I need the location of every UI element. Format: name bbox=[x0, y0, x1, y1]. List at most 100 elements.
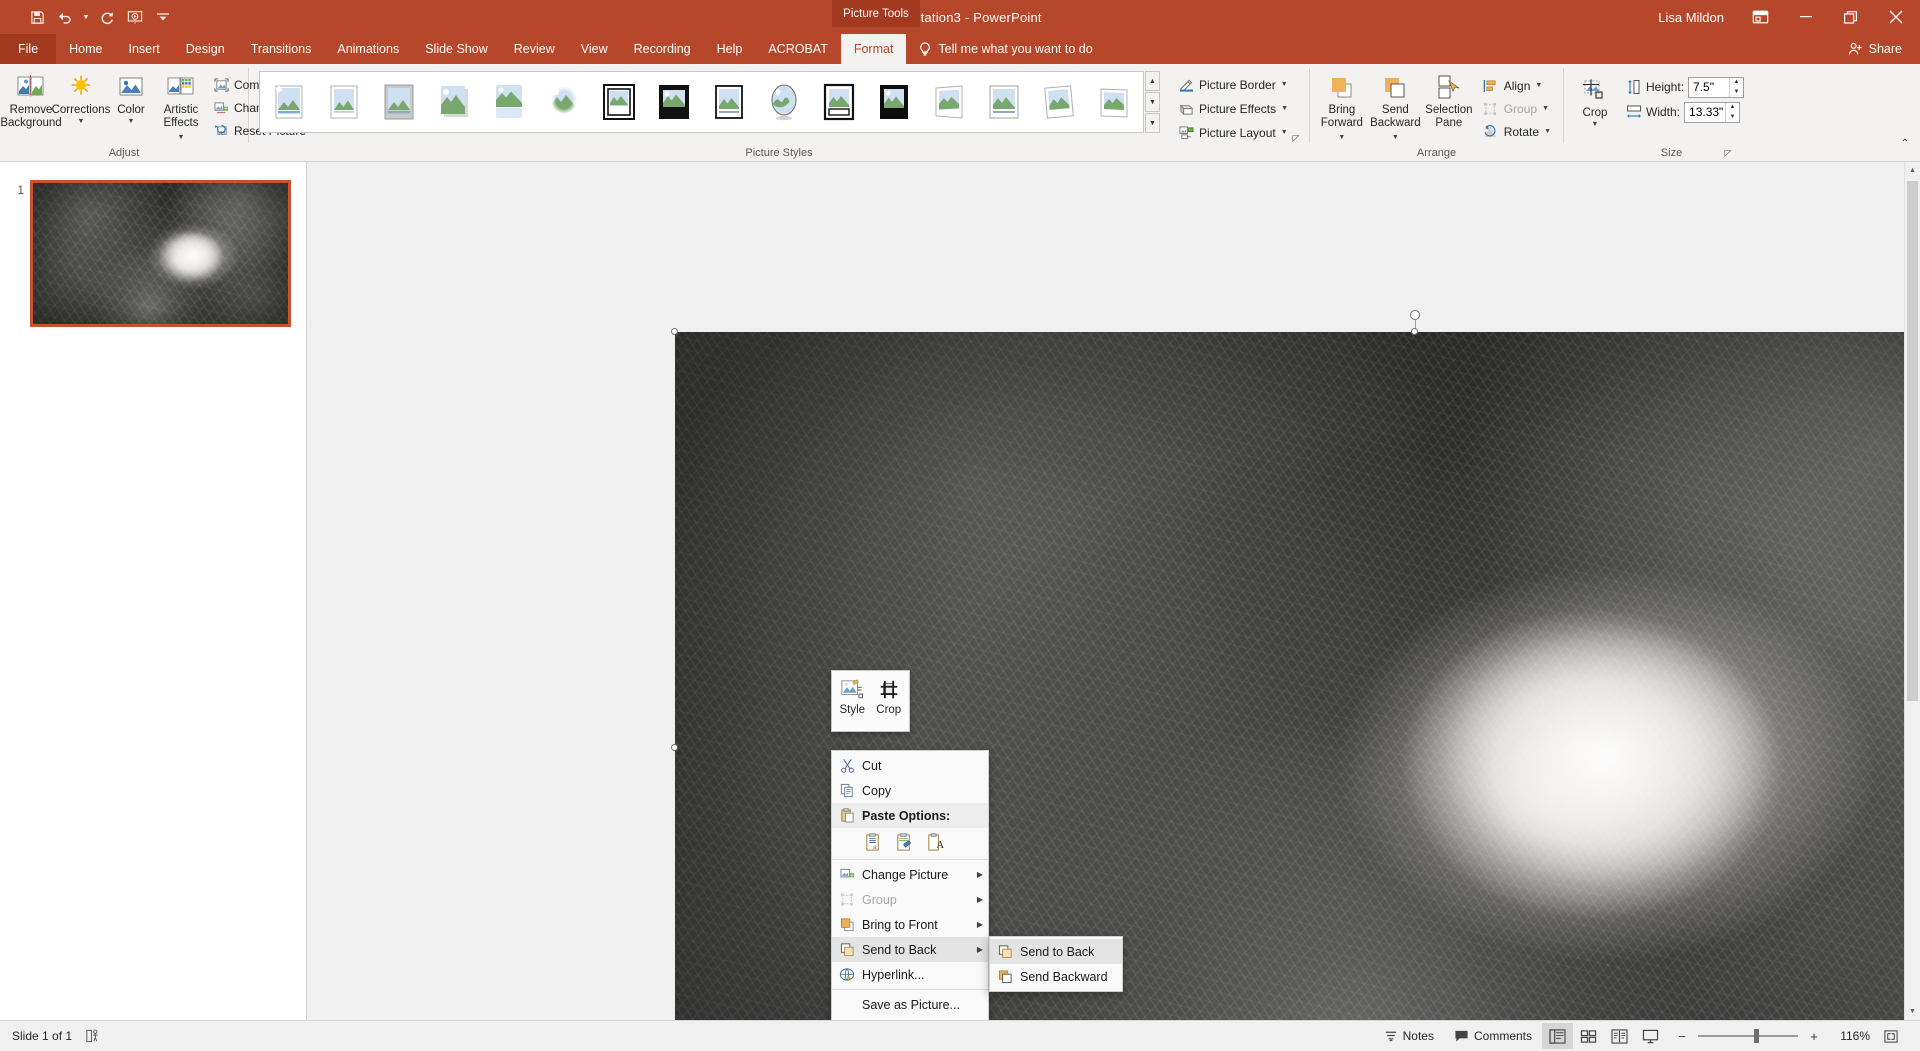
rotate-dropdown-icon[interactable]: ▼ bbox=[1544, 127, 1551, 136]
menu-item-edit-alt-text[interactable]: Edit Alt Text... bbox=[832, 1017, 988, 1020]
style-metal-frame[interactable] bbox=[373, 76, 425, 128]
tab-insert[interactable]: Insert bbox=[116, 34, 173, 64]
crop-dropdown-icon[interactable]: ▼ bbox=[1592, 120, 1599, 129]
crop-button[interactable]: Crop ▼ bbox=[1570, 72, 1620, 132]
save-icon[interactable] bbox=[24, 5, 50, 29]
menu-item-cut[interactable]: Cut bbox=[832, 753, 988, 778]
picture-styles-dialog-launcher-icon[interactable]: ◸ bbox=[1289, 131, 1303, 145]
zoom-slider[interactable] bbox=[1698, 1029, 1798, 1043]
tab-design[interactable]: Design bbox=[173, 34, 238, 64]
scroll-down-icon[interactable]: ▼ bbox=[1905, 1003, 1920, 1020]
picture-styles-gallery[interactable] bbox=[259, 71, 1144, 133]
height-spin-buttons[interactable]: ▲ ▼ bbox=[1729, 77, 1743, 97]
style-simple-frame-black[interactable] bbox=[703, 76, 755, 128]
user-account-name[interactable]: Lisa Mildon bbox=[1644, 10, 1738, 25]
tab-review[interactable]: Review bbox=[501, 34, 568, 64]
scroll-up-icon[interactable]: ▲ bbox=[1905, 162, 1920, 179]
submenu-item-send-to-back[interactable]: Send to Back bbox=[990, 939, 1122, 964]
style-moderate-frame-white[interactable] bbox=[978, 76, 1030, 128]
tab-file[interactable]: File bbox=[0, 34, 57, 64]
style-relaxed-perspective-white[interactable] bbox=[923, 76, 975, 128]
style-rotated-white[interactable] bbox=[1033, 76, 1085, 128]
selection-pane-button[interactable]: Selection Pane bbox=[1423, 69, 1475, 133]
mini-style-button[interactable]: Style bbox=[834, 676, 871, 719]
rotation-handle[interactable] bbox=[1410, 310, 1420, 320]
tab-transitions[interactable]: Transitions bbox=[238, 34, 325, 64]
style-thick-matte-black[interactable] bbox=[648, 76, 700, 128]
gallery-more-icon[interactable]: ▼ bbox=[1145, 113, 1160, 133]
list-item[interactable]: 1 bbox=[0, 180, 306, 327]
ribbon-display-options-icon[interactable] bbox=[1738, 0, 1783, 34]
undo-dropdown-icon[interactable]: ▼ bbox=[80, 5, 92, 29]
menu-item-save-as-picture[interactable]: Save as Picture... bbox=[832, 992, 988, 1017]
color-dropdown-icon[interactable]: ▼ bbox=[128, 117, 135, 126]
submenu-item-send-backward[interactable]: Send Backward bbox=[990, 964, 1122, 989]
normal-view-icon[interactable] bbox=[1542, 1023, 1573, 1049]
minimize-button[interactable] bbox=[1783, 0, 1828, 34]
align-dropdown-icon[interactable]: ▼ bbox=[1535, 81, 1542, 90]
send-backward-dropdown-icon[interactable]: ▼ bbox=[1392, 134, 1399, 141]
height-spinner[interactable]: ▲ ▼ bbox=[1688, 76, 1745, 98]
tab-acrobat[interactable]: ACROBAT bbox=[755, 34, 841, 64]
share-button[interactable]: Share bbox=[1836, 34, 1920, 64]
send-backward-button[interactable]: Send Backward ▼ bbox=[1368, 69, 1423, 146]
width-spinner[interactable]: ▲ ▼ bbox=[1684, 101, 1741, 123]
corrections-button[interactable]: Corrections ▼ bbox=[52, 69, 110, 129]
slide-show-view-icon[interactable] bbox=[1635, 1023, 1666, 1049]
style-bevel-perspective[interactable] bbox=[868, 76, 920, 128]
width-spin-up-icon[interactable]: ▲ bbox=[1726, 103, 1739, 113]
slide-thumbnail-panel[interactable]: 1 bbox=[0, 162, 307, 1020]
height-spin-up-icon[interactable]: ▲ bbox=[1730, 78, 1743, 88]
fit-slide-icon[interactable] bbox=[1878, 1029, 1904, 1044]
style-reflected-rounded-rectangle[interactable] bbox=[483, 76, 535, 128]
close-button[interactable] bbox=[1873, 0, 1918, 34]
start-from-beginning-icon[interactable] bbox=[122, 5, 148, 29]
redo-icon[interactable] bbox=[94, 5, 120, 29]
menu-item-bring-to-front[interactable]: Bring to Front ▶ bbox=[832, 912, 988, 937]
tab-help[interactable]: Help bbox=[704, 34, 756, 64]
zoom-in-button[interactable]: + bbox=[1806, 1029, 1822, 1044]
menu-item-send-to-back[interactable]: Send to Back ▶ bbox=[832, 937, 988, 962]
picture-icon[interactable] bbox=[893, 831, 915, 853]
artistic-effects-dropdown-icon[interactable]: ▼ bbox=[178, 134, 185, 141]
mini-toolbar[interactable]: Style Crop bbox=[831, 670, 910, 732]
keep-text-only-icon[interactable]: A bbox=[924, 831, 946, 853]
picture-effects-button[interactable]: Picture Effects ▼ bbox=[1174, 98, 1294, 119]
size-dialog-launcher-icon[interactable]: ◸ bbox=[1721, 146, 1735, 160]
accessibility-checker-icon[interactable] bbox=[84, 1028, 100, 1044]
rotate-button[interactable]: Rotate ▼ bbox=[1479, 121, 1557, 142]
resize-handle-top-left[interactable] bbox=[671, 328, 678, 335]
color-button[interactable]: Color ▼ bbox=[106, 69, 156, 129]
send-to-back-submenu[interactable]: Send to Back Send Backward bbox=[989, 936, 1123, 992]
width-spin-buttons[interactable]: ▲ ▼ bbox=[1725, 102, 1739, 122]
menu-item-copy[interactable]: Copy bbox=[832, 778, 988, 803]
menu-item-hyperlink[interactable]: Hyperlink... bbox=[832, 962, 988, 987]
align-button[interactable]: Align ▼ bbox=[1479, 75, 1557, 96]
picture-border-button[interactable]: Picture Border ▼ bbox=[1174, 74, 1294, 95]
style-soft-edge-rectangle[interactable] bbox=[538, 76, 590, 128]
resize-handle-top-center[interactable] bbox=[1411, 328, 1418, 335]
style-double-frame-black[interactable] bbox=[593, 76, 645, 128]
tab-view[interactable]: View bbox=[568, 34, 621, 64]
gallery-scroll-up-icon[interactable]: ▲ bbox=[1145, 71, 1160, 91]
tab-home[interactable]: Home bbox=[56, 34, 115, 64]
style-soft-edge-oval[interactable] bbox=[758, 76, 810, 128]
customize-qat-icon[interactable] bbox=[150, 5, 176, 29]
width-input[interactable] bbox=[1685, 102, 1726, 122]
slide-sorter-view-icon[interactable] bbox=[1573, 1023, 1604, 1049]
resize-handle-middle-left[interactable] bbox=[671, 744, 678, 751]
bring-forward-button[interactable]: Bring Forward ▼ bbox=[1316, 69, 1368, 146]
collapse-ribbon-icon[interactable]: ⌃ bbox=[1896, 134, 1914, 152]
restore-button[interactable] bbox=[1828, 0, 1873, 34]
tab-recording[interactable]: Recording bbox=[621, 34, 704, 64]
picture-border-dropdown-icon[interactable]: ▼ bbox=[1281, 80, 1288, 89]
keep-source-formatting-icon[interactable]: a bbox=[862, 831, 884, 853]
tell-me-box[interactable]: Tell me what you want to do bbox=[906, 34, 1104, 64]
picture-layout-button[interactable]: Picture Layout ▼ bbox=[1174, 122, 1294, 143]
style-drop-shadow-rectangle[interactable] bbox=[428, 76, 480, 128]
height-spin-down-icon[interactable]: ▼ bbox=[1730, 87, 1743, 97]
corrections-dropdown-icon[interactable]: ▼ bbox=[78, 117, 85, 126]
zoom-out-button[interactable]: − bbox=[1674, 1029, 1690, 1044]
artistic-effects-button[interactable]: Artistic Effects ▼ bbox=[156, 69, 206, 146]
undo-icon[interactable] bbox=[52, 5, 78, 29]
